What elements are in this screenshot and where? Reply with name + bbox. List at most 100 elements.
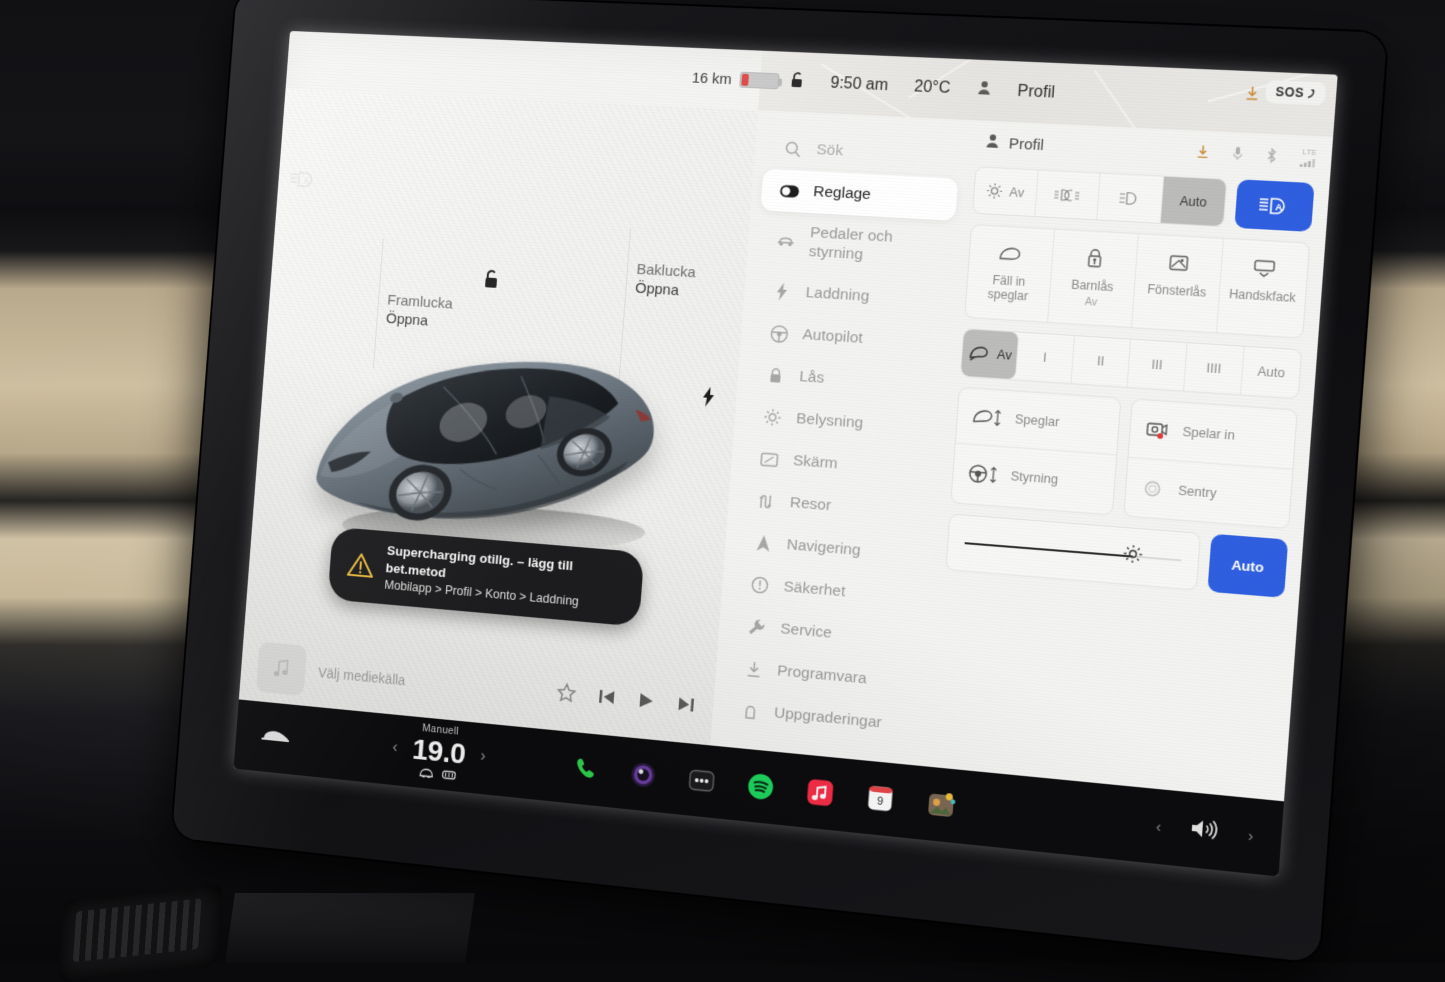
climate-temperature[interactable]: 19.0 (411, 733, 466, 771)
auto-high-beam-icon: A (1258, 194, 1291, 216)
adjust-steering[interactable]: Styrning (951, 444, 1115, 513)
wiper-icon (967, 345, 991, 363)
media-controls[interactable] (555, 682, 696, 721)
adjust-left-column[interactable]: Speglar Styrning (950, 387, 1121, 516)
app-launcher[interactable] (684, 762, 720, 799)
tile-window-lock[interactable]: Fönsterlås (1132, 234, 1224, 333)
defrost-buttons[interactable] (418, 765, 457, 786)
settings-pane[interactable]: Sök Reglage Pedaler och styrning (710, 110, 1333, 801)
brightness-slider[interactable] (945, 513, 1201, 590)
front-defrost-icon[interactable] (418, 765, 434, 784)
download-icon[interactable] (1245, 85, 1260, 105)
car-icon (775, 231, 796, 252)
wiper-speed-4[interactable]: IIII (1184, 343, 1245, 394)
front-trunk-label[interactable]: Framlucka Öppna (385, 292, 453, 333)
album-art-placeholder[interactable] (256, 641, 307, 696)
sidebar-label-autopilot: Autopilot (802, 326, 863, 348)
calendar-app[interactable]: 9 (862, 780, 899, 818)
person-icon (985, 133, 1001, 153)
lights-segmented-control[interactable]: Av (972, 166, 1227, 227)
range-indicator: 16 km (691, 69, 779, 90)
search-icon (782, 139, 803, 160)
sos-arrow-icon (1306, 87, 1316, 99)
tile-child-lock[interactable]: Barnlås Av (1048, 229, 1139, 327)
adjust-grid[interactable]: Speglar Styrning (950, 387, 1298, 529)
bluetooth-icon (1266, 147, 1278, 166)
low-beam-icon (1118, 190, 1142, 206)
toast-title: Supercharging otillg. – lägg till bet.me… (385, 542, 626, 598)
tile-sub-child-lock: Av (1053, 294, 1129, 311)
parking-lights-segment[interactable] (1035, 170, 1101, 219)
wiper-speed-3[interactable]: III (1128, 340, 1188, 391)
previous-track-icon[interactable] (597, 687, 617, 712)
brightness-auto-button[interactable]: Auto (1207, 534, 1288, 598)
calendar-day: 9 (877, 795, 884, 808)
unlock-icon[interactable] (789, 70, 806, 94)
media-source-label[interactable]: Välj mediekälla (318, 664, 406, 688)
front-trunk-action[interactable]: Öppna (385, 310, 428, 329)
wiper-off-label: Av (996, 348, 1012, 363)
wiper-auto[interactable]: Auto (1241, 347, 1301, 398)
upgrade-lock-icon (740, 700, 761, 722)
vehicle-3d-render[interactable] (300, 331, 684, 564)
media-player-bar[interactable]: Välj mediekälla (239, 630, 716, 745)
volume-control[interactable]: ‹ › (1155, 811, 1255, 851)
tile-glovebox[interactable]: Handskfack (1217, 239, 1309, 338)
settings-content[interactable]: Profil LTE (924, 120, 1333, 801)
battery-low-icon (739, 72, 779, 90)
volume-down-button[interactable]: ‹ (1155, 818, 1162, 836)
lights-control-row[interactable]: Av (972, 166, 1315, 232)
unlock-icon[interactable] (482, 269, 501, 296)
touchscreen-assembly: 9:50 am 20°C Profil SOS 16 km (150, 0, 1350, 920)
climate-control[interactable]: Manuell ‹ 19.0 › (390, 720, 487, 790)
brightness-track[interactable] (965, 542, 1182, 561)
lights-auto-segment[interactable]: Auto (1160, 177, 1226, 227)
next-track-icon[interactable] (676, 694, 696, 720)
quick-tiles-row[interactable]: Fäll in speglar Barnlås Av Fönsterlås (964, 224, 1310, 339)
sidebar-label-pedaler: Pedaler och styrning (808, 224, 940, 269)
sidebar-label-reglage: Reglage (813, 183, 872, 204)
phone-app[interactable] (568, 751, 603, 788)
sos-button[interactable]: SOS (1265, 80, 1326, 105)
photos-app[interactable] (922, 786, 959, 824)
rear-defrost-icon[interactable] (440, 767, 456, 786)
auto-high-beam-button[interactable]: A (1234, 179, 1314, 232)
wiper-speed-2[interactable]: II (1071, 336, 1131, 387)
wiper-off-segment[interactable]: Av (961, 329, 1020, 379)
tile-fold-mirrors[interactable]: Fäll in speglar (965, 225, 1055, 322)
wiper-speed-control[interactable]: Av I II III IIII Auto (960, 328, 1303, 399)
tile-label-fold-mirrors: Fäll in speglar (987, 273, 1028, 304)
speaker-icon[interactable] (1188, 815, 1222, 848)
rear-trunk-action[interactable]: Öppna (635, 279, 680, 298)
apple-music-app[interactable] (802, 774, 838, 812)
car-visualization-pane[interactable]: A Framlucka Öppna Baklucka Öppna (239, 88, 758, 745)
camera-app[interactable] (626, 756, 662, 793)
supercharging-notification-toast[interactable]: Supercharging otillg. – lägg till bet.me… (327, 526, 644, 626)
brightness-auto-label: Auto (1231, 557, 1265, 575)
profile-label[interactable]: Profil (1017, 83, 1056, 103)
play-icon[interactable] (636, 690, 656, 716)
lights-off-segment[interactable]: Av (973, 167, 1038, 216)
sidebar-label-belysning: Belysning (796, 410, 864, 433)
lte-label: LTE (1302, 149, 1317, 157)
spotify-app[interactable] (743, 768, 779, 805)
car-icon[interactable] (259, 725, 292, 750)
microphone-icon (1232, 146, 1244, 164)
temp-increase-button[interactable]: › (480, 748, 486, 766)
tesla-touchscreen[interactable]: 9:50 am 20°C Profil SOS 16 km (234, 31, 1338, 877)
brightness-sun-icon[interactable] (1121, 543, 1144, 570)
download-icon[interactable] (1196, 144, 1210, 162)
favorite-star-icon[interactable] (555, 682, 577, 710)
sidebar-label-navigering: Navigering (786, 536, 861, 560)
adjust-right-column[interactable]: Spelar in Sentry (1123, 398, 1298, 529)
temp-decrease-button[interactable]: ‹ (392, 739, 398, 757)
brightness-row[interactable]: Auto (945, 513, 1288, 598)
wiper-speed-1[interactable]: I (1016, 333, 1075, 383)
sidebar-label-skarm: Skärm (792, 452, 838, 473)
rear-trunk-label[interactable]: Baklucka Öppna (634, 261, 696, 302)
low-beam-segment[interactable] (1097, 173, 1163, 222)
volume-up-button[interactable]: › (1247, 827, 1254, 845)
screen-bezel: 9:50 am 20°C Profil SOS 16 km (172, 0, 1387, 963)
toast-path: Mobilapp > Profil > Konto > Laddning (384, 577, 624, 614)
sentry-mode[interactable]: Sentry (1124, 458, 1293, 528)
